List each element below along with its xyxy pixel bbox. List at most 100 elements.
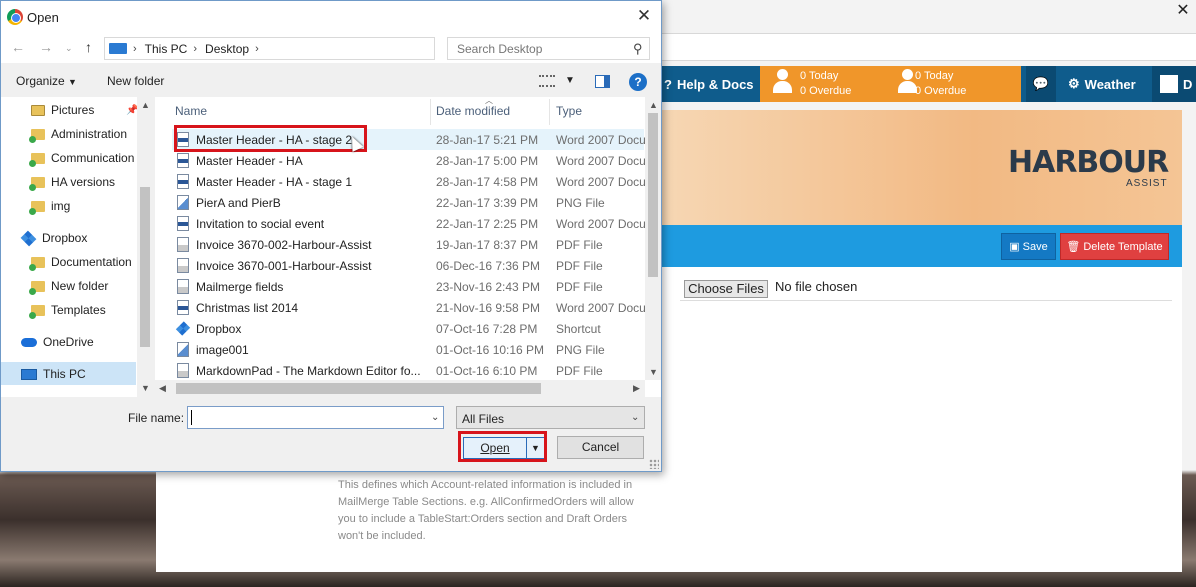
recent-locations-icon[interactable]: ⌄: [65, 43, 73, 54]
dialog-title: Open: [27, 10, 59, 25]
nav-item-templates[interactable]: Templates: [29, 300, 106, 320]
up-arrow-icon[interactable]: ↑: [85, 39, 92, 55]
scroll-right-icon[interactable]: ▶: [633, 383, 640, 394]
folder-icon: [29, 128, 45, 143]
scroll-down-icon[interactable]: ▼: [141, 383, 150, 393]
chrome-icon: [7, 9, 23, 25]
scroll-up-icon[interactable]: ▲: [649, 100, 658, 110]
divider: [680, 300, 1172, 301]
users-icon: [897, 69, 917, 95]
pdf-file-icon: [177, 237, 189, 252]
logo-subtitle: ASSIST: [1126, 178, 1168, 189]
scroll-down-icon[interactable]: ▼: [649, 367, 658, 377]
forward-arrow-icon[interactable]: →: [39, 39, 53, 55]
caret-down-icon: ▼: [68, 77, 77, 87]
search-input[interactable]: Search Desktop ⚲: [447, 37, 650, 60]
file-row[interactable]: Christmas list 2014 21-Nov-16 9:58 PM Word…: [172, 297, 646, 318]
nav-item-onedrive[interactable]: OneDrive: [21, 332, 94, 352]
weather-link[interactable]: ⚙ Weather: [1068, 66, 1136, 102]
organize-button[interactable]: Organize ▼: [16, 74, 77, 88]
chat-icon[interactable]: 💬: [1026, 66, 1056, 102]
breadcrumb-desktop[interactable]: Desktop: [205, 42, 249, 56]
dialog-titlebar: [1, 1, 661, 33]
window-close-icon[interactable]: ✕: [1170, 0, 1196, 24]
tasks-widget[interactable]: 0 Today 0 Overdue: [760, 66, 885, 102]
nav-item-new-folder[interactable]: New folder: [29, 276, 108, 296]
file-row[interactable]: Invoice 3670-001-Harbour-Assist 06-Dec-16…: [172, 255, 644, 276]
file-row[interactable]: PierA and PierB 22-Jan-17 3:39 PM PNG File: [172, 192, 644, 213]
file-type-select[interactable]: All Files: [456, 406, 645, 429]
nav-item-pictures[interactable]: Pictures 📌: [31, 100, 139, 120]
app-navbar: ? Help & Docs 0 Today 0 Overdue 0 Today 0…: [660, 66, 1196, 102]
pdf-file-icon: [177, 363, 189, 378]
resize-grip[interactable]: [649, 459, 659, 469]
computer-icon: [21, 368, 37, 380]
column-divider[interactable]: [549, 99, 550, 125]
file-name-input[interactable]: [187, 406, 444, 429]
folder-icon: [29, 152, 45, 167]
address-bar[interactable]: [660, 33, 1196, 61]
caret-down-icon[interactable]: ▼: [565, 75, 575, 86]
file-row[interactable]: Dropbox 07-Oct-16 7:28 PM Shortcut: [172, 318, 644, 339]
close-icon[interactable]: ✕: [631, 5, 657, 29]
gear-icon: ⚙: [1068, 76, 1080, 91]
column-header-type[interactable]: Type: [556, 104, 582, 118]
highlight-box-selected-file: [174, 125, 367, 152]
team-tasks-widget[interactable]: 0 Today 0 Overdue: [885, 66, 1021, 102]
nav-item-this-pc[interactable]: This PC: [21, 364, 86, 384]
delete-template-button[interactable]: 🗑 Delete Template: [1060, 233, 1169, 260]
file-row[interactable]: Mailmerge fields 23-Nov-16 2:43 PM PDF Fil…: [172, 276, 644, 297]
vertical-scrollbar-thumb[interactable]: [648, 113, 658, 277]
file-row[interactable]: MarkdownPad - The Markdown Editor fo... 0…: [172, 360, 644, 381]
scroll-left-icon[interactable]: ◀: [159, 383, 166, 394]
cancel-button[interactable]: Cancel: [557, 436, 644, 459]
choose-files-button[interactable]: Choose Files: [684, 280, 768, 298]
image-file-icon: [177, 342, 189, 357]
user-icon: [772, 69, 792, 95]
nav-item-communication[interactable]: Communication: [29, 148, 134, 168]
column-divider[interactable]: [430, 99, 431, 125]
nav-item-documentation[interactable]: Documentation: [29, 252, 132, 272]
text-caret: [191, 410, 192, 425]
help-text: This defines which Account-related infor…: [338, 479, 634, 542]
dropbox-icon: [20, 230, 37, 246]
view-options-icon[interactable]: [539, 75, 555, 87]
horizontal-scrollbar-thumb[interactable]: [176, 383, 541, 394]
nav-scrollbar-thumb[interactable]: [140, 187, 150, 347]
file-row[interactable]: Invoice 3670-002-Harbour-Assist 19-Jan-17…: [172, 234, 644, 255]
file-row[interactable]: image001 01-Oct-16 10:16 PM PNG File: [172, 339, 644, 360]
new-folder-button[interactable]: New folder: [107, 74, 164, 88]
file-name-label: File name:: [128, 411, 185, 425]
folder-icon: [29, 256, 45, 271]
pdf-file-icon: [177, 279, 189, 294]
folder-icon: [29, 176, 45, 191]
nav-item-ha-versions[interactable]: HA versions: [29, 172, 115, 192]
breadcrumb-this-pc[interactable]: This PC: [145, 42, 188, 56]
nav-item-administration[interactable]: Administration: [29, 124, 127, 144]
column-header-name[interactable]: Name: [175, 104, 207, 118]
column-header-date[interactable]: Date modified: [436, 104, 510, 118]
no-file-label: No file chosen: [775, 279, 858, 294]
breadcrumb[interactable]: › This PC › Desktop › ⌄ ↻: [104, 37, 534, 60]
main-content: [660, 267, 1182, 572]
preview-pane-icon[interactable]: [595, 75, 610, 88]
chevron-down-icon[interactable]: ⌄: [431, 412, 439, 423]
scroll-up-icon[interactable]: ▲: [141, 100, 150, 110]
chevron-down-icon[interactable]: ⌄: [631, 412, 639, 423]
back-arrow-icon[interactable]: ←: [11, 39, 25, 55]
pc-icon: [109, 43, 127, 54]
help-docs-link[interactable]: ? Help & Docs: [664, 66, 754, 102]
harbour-logo: HARBOUR: [1008, 145, 1169, 180]
help-icon[interactable]: ?: [629, 73, 647, 91]
file-row[interactable]: Master Header - HA - stage 1 28-Jan-17 4:…: [172, 171, 646, 192]
file-row[interactable]: Invitation to social event 22-Jan-17 2:25…: [172, 213, 646, 234]
file-row[interactable]: Master Header - HA 28-Jan-17 5:00 PM Word …: [172, 150, 646, 171]
folder-icon: [29, 280, 45, 295]
profile-menu[interactable]: D: [1152, 66, 1196, 102]
save-button[interactable]: ▣ Save: [1001, 233, 1056, 260]
floppy-icon: ▣: [1009, 241, 1020, 253]
open-file-dialog: Open ✕ ← → ⌄ ↑ › This PC › Desktop › ⌄ ↻…: [0, 0, 662, 472]
nav-item-img[interactable]: img: [29, 196, 70, 216]
nav-item-dropbox[interactable]: Dropbox: [20, 228, 87, 248]
search-icon: ⚲: [633, 41, 643, 56]
